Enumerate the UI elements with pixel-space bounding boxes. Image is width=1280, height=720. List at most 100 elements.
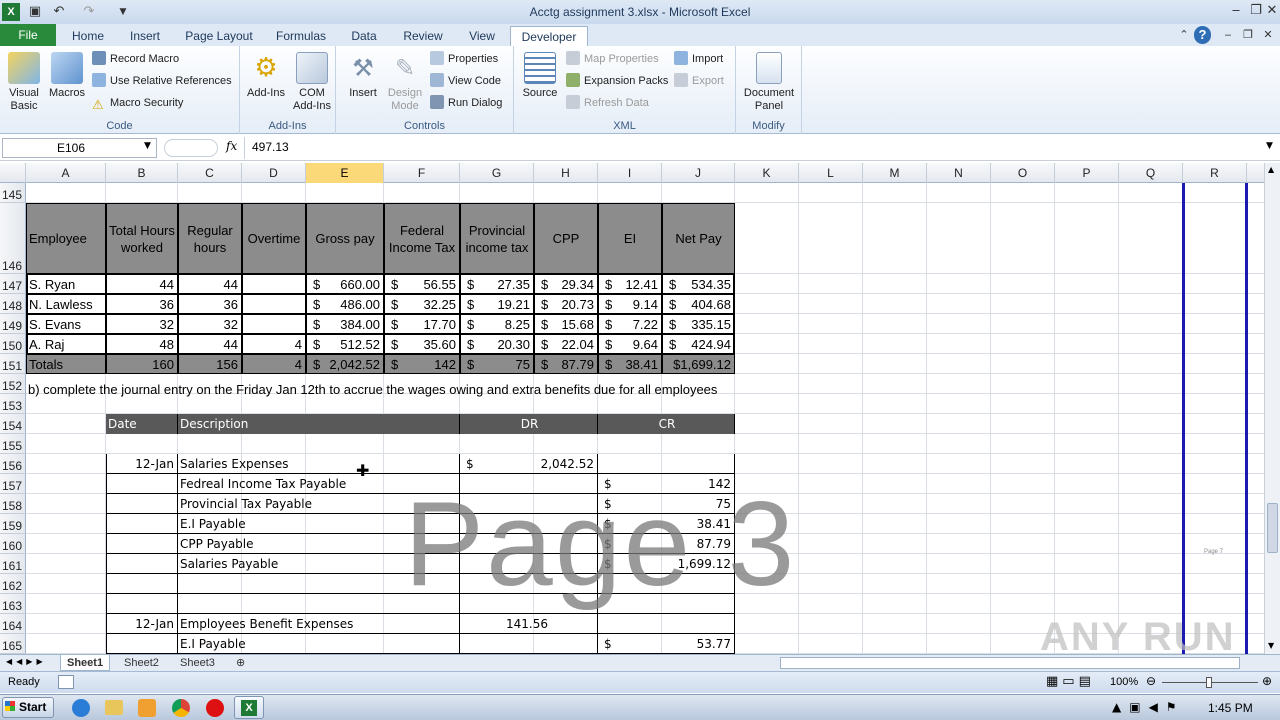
zoom-thumb[interactable] — [1206, 677, 1212, 688]
row-header-148[interactable]: 148 — [0, 294, 26, 314]
payroll-header[interactable]: Overtime — [242, 203, 306, 274]
payroll-value-cell[interactable]: $12.41 — [598, 274, 662, 294]
tab-review[interactable]: Review — [394, 26, 452, 46]
payroll-value-cell[interactable]: $660.00 — [306, 274, 384, 294]
journal-date-cell[interactable] — [106, 594, 178, 614]
payroll-value-cell[interactable]: $404.68 — [662, 294, 735, 314]
journal-dr-cell[interactable]: 141.56 — [460, 614, 598, 634]
map-properties-button[interactable]: Map Properties — [566, 50, 659, 68]
insert-control-button[interactable]: ⚒ Insert — [342, 52, 384, 100]
tab-view[interactable]: View — [460, 26, 504, 46]
tab-sheet2[interactable]: Sheet2 — [118, 655, 165, 671]
tab-data[interactable]: Data — [342, 26, 386, 46]
payroll-value-cell[interactable]: $142 — [384, 354, 460, 374]
journal-date-cell[interactable] — [106, 494, 178, 514]
row-header-146[interactable]: 146 — [0, 203, 26, 274]
zoom-in-icon[interactable]: ⊕ — [1262, 674, 1272, 688]
payroll-value-cell[interactable]: $20.73 — [534, 294, 598, 314]
row-header-158[interactable]: 158 — [0, 494, 26, 514]
tab-home[interactable]: Home — [64, 26, 112, 46]
export-button[interactable]: Export — [674, 72, 724, 90]
visual-basic-button[interactable]: Visual Basic — [4, 52, 44, 113]
row-header-147[interactable]: 147 — [0, 274, 26, 294]
journal-description-cell[interactable]: Salaries Expenses — [178, 454, 460, 474]
row-header-156[interactable]: 156 — [0, 454, 26, 474]
tab-developer[interactable]: Developer — [510, 26, 588, 46]
payroll-value-cell[interactable]: 44 — [106, 274, 178, 294]
journal-date-cell[interactable] — [106, 554, 178, 574]
payroll-value-cell[interactable]: 48 — [106, 334, 178, 354]
journal-description-cell[interactable]: E.I Payable — [178, 634, 460, 654]
tab-sheet3[interactable]: Sheet3 — [174, 655, 221, 671]
payroll-value-cell[interactable]: $512.52 — [306, 334, 384, 354]
column-header-p[interactable]: P — [1055, 163, 1119, 183]
help-icon[interactable]: ? — [1194, 26, 1211, 44]
tray-icons[interactable]: ▲▣◀⚑ — [1112, 700, 1185, 714]
payroll-value-cell[interactable] — [242, 274, 306, 294]
column-header-b[interactable]: B — [106, 163, 178, 183]
payroll-value-cell[interactable]: $19.21 — [460, 294, 534, 314]
payroll-value-cell[interactable]: 36 — [106, 294, 178, 314]
name-box-dropdown-icon[interactable]: ▼ — [144, 141, 151, 151]
column-header-f[interactable]: F — [384, 163, 460, 183]
tab-insert[interactable]: Insert — [120, 26, 170, 46]
journal-date-cell[interactable] — [106, 534, 178, 554]
zoom-out-icon[interactable]: ⊖ — [1146, 674, 1156, 688]
payroll-value-cell[interactable]: $2,042.52 — [306, 354, 384, 374]
instruction-text[interactable]: b) complete the journal entry on the Fri… — [28, 380, 717, 400]
row-header-152[interactable]: 152 — [0, 374, 26, 394]
payroll-header[interactable]: Federal Income Tax — [384, 203, 460, 274]
employee-name-cell[interactable]: S. Evans — [26, 314, 106, 334]
journal-date-cell[interactable]: 12-Jan — [106, 454, 178, 474]
opera-icon[interactable] — [206, 699, 224, 717]
doc-close-icon[interactable]: ✕ — [1258, 26, 1278, 44]
column-header-i[interactable]: I — [598, 163, 662, 183]
row-header-161[interactable]: 161 — [0, 554, 26, 574]
properties-button[interactable]: Properties — [430, 50, 498, 68]
row-header-154[interactable]: 154 — [0, 414, 26, 434]
close-icon[interactable]: ✕ — [1262, 2, 1280, 20]
payroll-value-cell[interactable]: $29.34 — [534, 274, 598, 294]
column-header-n[interactable]: N — [927, 163, 991, 183]
payroll-value-cell[interactable]: $17.70 — [384, 314, 460, 334]
payroll-value-cell[interactable]: 36 — [178, 294, 242, 314]
journal-header[interactable]: Description — [178, 414, 460, 434]
payroll-value-cell[interactable]: 4 — [242, 354, 306, 374]
column-header-c[interactable]: C — [178, 163, 242, 183]
payroll-header[interactable]: CPP — [534, 203, 598, 274]
employee-name-cell[interactable]: S. Ryan — [26, 274, 106, 294]
payroll-value-cell[interactable]: 32 — [178, 314, 242, 334]
column-header-e[interactable]: E — [306, 163, 384, 183]
insert-sheet-icon[interactable]: ⊕ — [230, 655, 251, 671]
tab-page-layout[interactable]: Page Layout — [178, 26, 260, 46]
journal-dr-cell[interactable] — [460, 634, 598, 654]
column-header-q[interactable]: Q — [1119, 163, 1183, 183]
journal-description-cell[interactable]: Employees Benefit Expenses — [178, 614, 460, 634]
journal-header[interactable]: CR — [598, 414, 735, 434]
payroll-value-cell[interactable]: $75 — [460, 354, 534, 374]
payroll-value-cell[interactable]: $56.55 — [384, 274, 460, 294]
payroll-value-cell[interactable]: $8.25 — [460, 314, 534, 334]
payroll-value-cell[interactable]: $7.22 — [598, 314, 662, 334]
journal-cr-cell[interactable]: $53.77 — [598, 634, 735, 654]
scroll-up-icon[interactable]: ▲ — [1268, 165, 1274, 174]
journal-header[interactable]: Date — [106, 414, 178, 434]
design-mode-button[interactable]: ✎ Design Mode — [384, 52, 426, 113]
tab-file[interactable]: File — [0, 24, 56, 46]
macros-button[interactable]: Macros — [46, 52, 88, 100]
doc-minimize-icon[interactable]: ‒ — [1218, 26, 1238, 44]
column-header-r[interactable]: R — [1183, 163, 1247, 183]
payroll-value-cell[interactable]: $87.79 — [534, 354, 598, 374]
run-dialog-button[interactable]: Run Dialog — [430, 94, 502, 112]
payroll-value-cell[interactable] — [242, 314, 306, 334]
import-button[interactable]: Import — [674, 50, 723, 68]
formula-input[interactable] — [244, 137, 1262, 159]
journal-date-cell[interactable] — [106, 514, 178, 534]
employee-name-cell[interactable]: N. Lawless — [26, 294, 106, 314]
vertical-scrollbar[interactable]: ▲ ▼ — [1264, 163, 1280, 654]
row-header-165[interactable]: 165 — [0, 634, 26, 654]
journal-header[interactable]: DR — [460, 414, 598, 434]
payroll-value-cell[interactable]: 160 — [106, 354, 178, 374]
payroll-value-cell[interactable]: 44 — [178, 274, 242, 294]
horizontal-scrollbar[interactable] — [780, 657, 1240, 669]
